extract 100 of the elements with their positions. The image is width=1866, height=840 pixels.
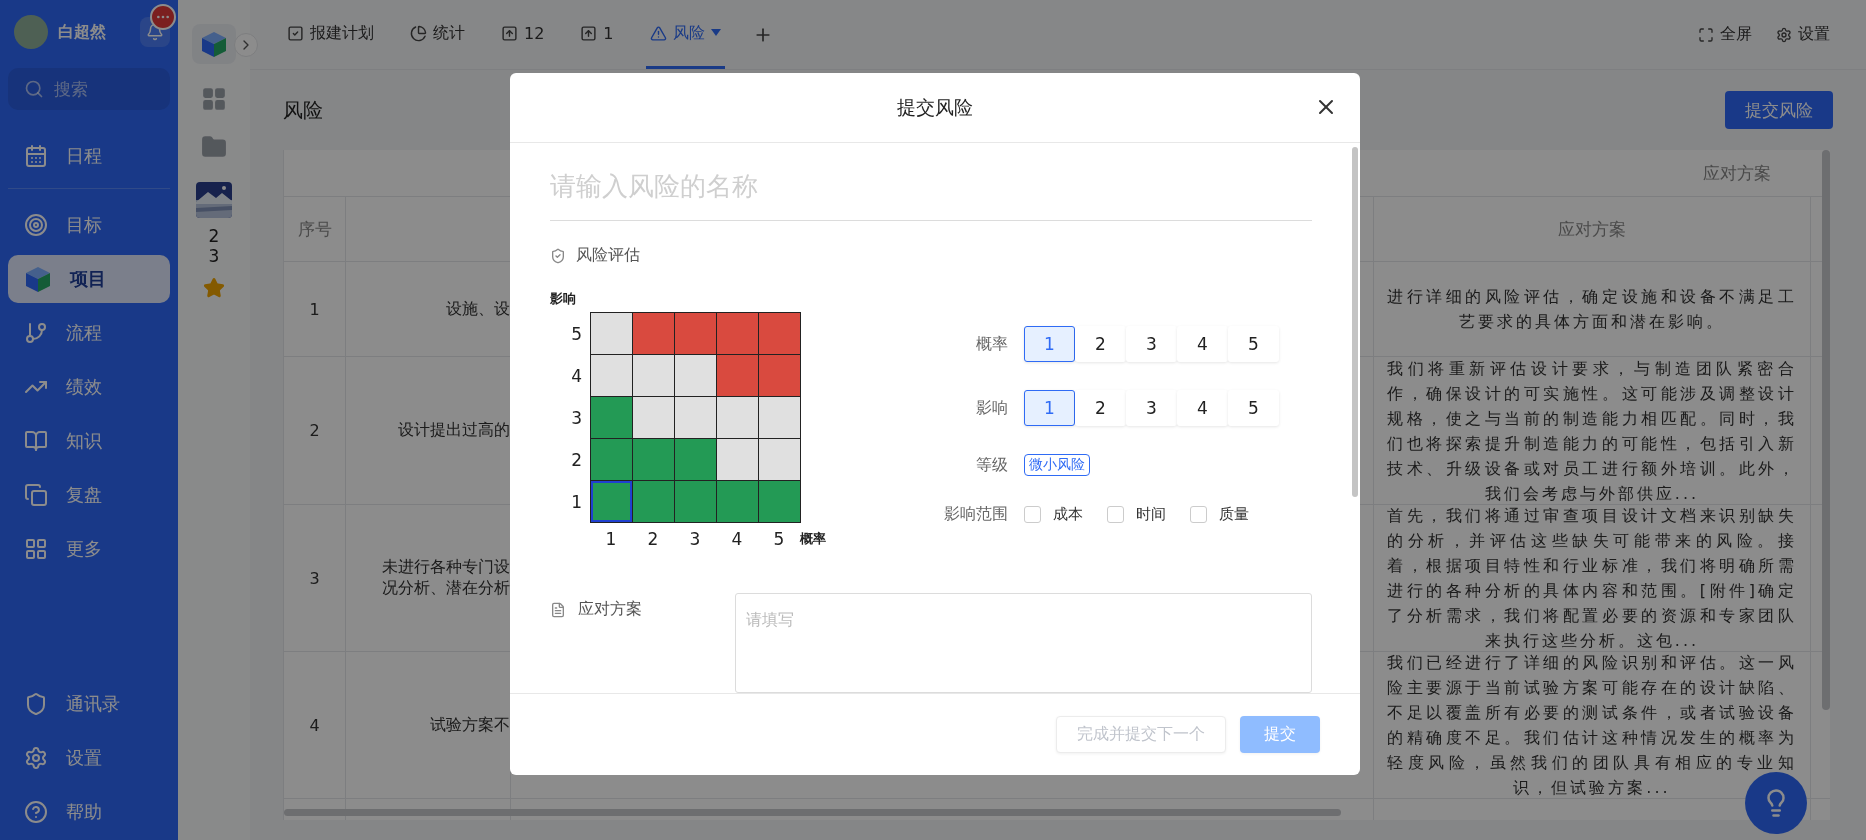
star-icon[interactable] [203,276,225,299]
axis-tick: 3 [570,407,583,428]
option-button[interactable]: 3 [1126,326,1177,362]
scrollbar[interactable] [1822,150,1830,710]
table-cell: 2 [309,421,320,440]
dialog-title: 提交风险 [897,94,973,120]
tab[interactable]: 统计 [406,0,469,69]
checkbox-label: 成本 [1053,505,1083,524]
sidebar-item[interactable]: 项目 [8,255,170,303]
axis-tick: 2 [570,449,583,470]
page-title: 风险 [283,96,323,124]
table-cell-text: 我们已经进行了详细的风险识别和评估。这一风险主要源于当前试验方案可能存在的设计缺陷、不足以覆盖所有必要的测试条件，或者试验设备的精确度不足。我们估计这种情况发生的概率为轻度风险，虽然我们的团队具有相应的专业知识，但试验方案... [1387,652,1797,799]
option-button[interactable]: 4 [1177,326,1228,362]
matrix-cell[interactable] [759,355,801,397]
column-group-header: 应对方案 [1703,161,1771,185]
table-cell-text: 首先，我们将通过审查项目设计文档来识别缺失的分析，并评估这些缺失可能带来的风险。接着，根据项目特性和行业标准，我们将明确所需进行的各种分析的具体内容和范围。[附件]确定了分析需求，我们将配置必要的资源和专家团队来执行这些分析。这包... [1387,505,1797,652]
axis-tick: 1 [604,529,618,549]
checkbox-label: 时间 [1136,505,1166,524]
count-label: 23 [208,226,220,267]
matrix-cell[interactable] [591,439,633,481]
scrollbar[interactable] [284,809,1341,816]
table-cell: 设计提出过高的 [398,420,510,441]
matrix-cell[interactable] [675,439,717,481]
matrix-cell[interactable] [759,439,801,481]
option-button[interactable]: 4 [1177,390,1228,426]
option-button[interactable]: 2 [1075,326,1126,362]
sidebar-item[interactable]: 知识 [8,417,170,465]
option-button[interactable]: 1 [1024,326,1075,362]
matrix-cell[interactable] [717,313,759,355]
table-cell-text: 我们将重新评估设计要求，与制造团队紧密合作，确保设计的可实施性。这可能涉及调整设计规格，使之与当前的制造能力相匹配。同时，我们也将探索提升制造能力的可能性，包括引入新技术、升级设备或对员工进行额外培训。此外，我们会考虑与外部供应... [1387,357,1797,505]
matrix-cell[interactable] [633,355,675,397]
matrix-cell[interactable] [759,397,801,439]
cube-icon [24,265,52,293]
grid-icon [24,537,48,561]
axis-tick: 2 [646,529,660,549]
folder-icon[interactable] [201,134,227,160]
sidebar-item[interactable]: 绩效 [8,363,170,411]
tab[interactable]: 报建计划 [283,0,378,69]
pie-chart-icon [410,24,427,42]
axis-label: 影响 [550,291,576,306]
axis-tick: 1 [570,491,583,512]
tab[interactable]: 1 [576,0,618,69]
matrix-cell[interactable] [759,313,801,355]
more-badge[interactable] [150,4,176,30]
option-button[interactable]: 2 [1075,390,1126,426]
scrollbar[interactable] [1352,147,1358,497]
toolbar-button[interactable]: 设置 [1776,0,1830,69]
calendar-icon [24,144,48,168]
axis-label: 概率 [800,530,826,548]
matrix-cell[interactable] [633,481,675,523]
tab[interactable]: 风险 [645,0,725,69]
sidebar-item[interactable]: 设置 [8,734,170,782]
matrix-cell[interactable] [759,481,801,523]
matrix-cell[interactable] [717,355,759,397]
matrix-cell[interactable] [717,481,759,523]
matrix-cell[interactable] [633,439,675,481]
fullscreen-icon [1698,26,1714,43]
option-button[interactable]: 5 [1228,326,1279,362]
table-cell-text: 未进行各种专门设况分析、潜在分析 [381,557,510,599]
option-button[interactable]: 1 [1024,390,1075,426]
field-label: 应对方案 [578,599,642,620]
matrix-cell[interactable] [633,313,675,355]
user-name: 白超然 [58,21,107,43]
caret-icon [710,29,721,37]
checkbox[interactable] [1024,506,1041,523]
option-button[interactable]: 5 [1228,390,1279,426]
matrix-cell[interactable] [675,481,717,523]
search-field[interactable]: 搜索 [8,68,170,110]
sidebar-item[interactable]: 日程 [8,132,170,180]
sidebar-item[interactable]: 通讯录 [8,680,170,728]
sidebar-item[interactable]: 流程 [8,309,170,357]
matrix-cell[interactable] [591,481,633,523]
table-cell: 3 [309,568,320,588]
submit-risk-button[interactable]: 提交风险 [1725,91,1833,129]
matrix-cell[interactable] [675,355,717,397]
tab[interactable]: 12 [497,0,549,69]
matrix-cell[interactable] [591,397,633,439]
checkbox[interactable] [1107,506,1124,523]
sidebar-item[interactable]: 帮助 [8,788,170,836]
matrix-cell[interactable] [633,397,675,439]
matrix-cell[interactable] [675,397,717,439]
grid-icon[interactable] [201,86,227,112]
table-cell: 1 [309,299,320,319]
option-button[interactable]: 3 [1126,390,1177,426]
checkbox[interactable] [1190,506,1207,523]
matrix-cell[interactable] [591,313,633,355]
matrix-cell[interactable] [717,439,759,481]
matrix-cell[interactable] [675,313,717,355]
sidebar-item[interactable]: 更多 [8,525,170,573]
sidebar-item[interactable]: 目标 [8,201,170,249]
sidebar-item[interactable]: 复盘 [8,471,170,519]
axis-tick: 5 [772,529,786,549]
cards-icon [24,483,48,507]
arrow-up-icon [501,24,518,42]
matrix-cell[interactable] [591,355,633,397]
project-logo[interactable] [192,24,236,64]
matrix-cell[interactable] [717,397,759,439]
response-field[interactable]: 请填写 [735,593,1312,693]
toolbar-button[interactable]: 全屏 [1698,0,1752,69]
field-label: 影响 [975,397,1008,419]
